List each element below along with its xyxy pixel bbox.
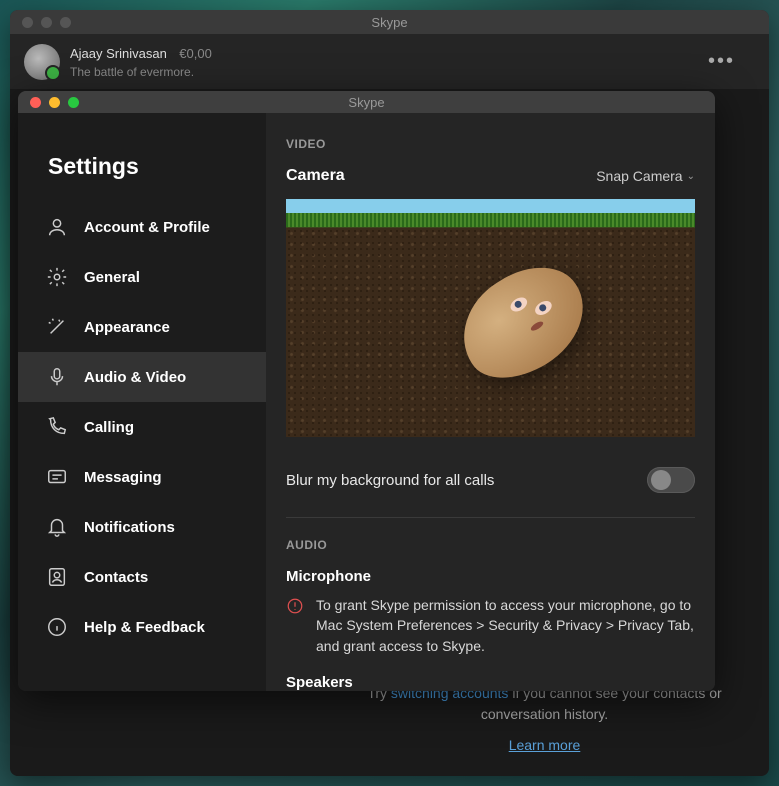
camera-value: Snap Camera bbox=[596, 168, 682, 184]
profile-balance: €0,00 bbox=[179, 46, 212, 61]
user-icon bbox=[46, 216, 68, 238]
sidebar-item-label: Audio & Video bbox=[84, 369, 186, 386]
sidebar-item-label: Contacts bbox=[84, 569, 148, 586]
settings-sidebar: Settings Account & Profile General Appea… bbox=[18, 113, 266, 691]
preview-grass bbox=[286, 213, 695, 227]
phone-icon bbox=[46, 416, 68, 438]
preview-eye bbox=[532, 298, 554, 318]
sidebar-item-label: Account & Profile bbox=[84, 219, 210, 236]
learn-more-link[interactable]: Learn more bbox=[350, 735, 739, 756]
hint-text: Try switching accounts if you cannot see… bbox=[10, 683, 739, 756]
sidebar-item-general[interactable]: General bbox=[18, 252, 266, 302]
main-title: Skype bbox=[10, 15, 769, 30]
settings-maximize-button[interactable] bbox=[68, 97, 79, 108]
warning-icon bbox=[286, 597, 304, 615]
speakers-label: Speakers bbox=[286, 674, 695, 691]
profile-status: The battle of evermore. bbox=[70, 65, 688, 79]
sidebar-item-notifications[interactable]: Notifications bbox=[18, 502, 266, 552]
sidebar-item-help[interactable]: Help & Feedback bbox=[18, 602, 266, 652]
bell-icon bbox=[46, 516, 68, 538]
sidebar-item-label: Calling bbox=[84, 419, 134, 436]
avatar[interactable] bbox=[24, 44, 60, 80]
sidebar-item-label: Help & Feedback bbox=[84, 619, 205, 636]
wand-icon bbox=[46, 316, 68, 338]
microphone-warning-text: To grant Skype permission to access your… bbox=[316, 595, 695, 656]
sidebar-item-appearance[interactable]: Appearance bbox=[18, 302, 266, 352]
settings-window: Skype Settings Account & Profile General… bbox=[18, 91, 715, 691]
settings-minimize-button[interactable] bbox=[49, 97, 60, 108]
settings-traffic-lights bbox=[30, 97, 79, 108]
maximize-button[interactable] bbox=[60, 17, 71, 28]
microphone-icon bbox=[46, 366, 68, 388]
profile-info[interactable]: Ajaay Srinivasan €0,00 The battle of eve… bbox=[70, 45, 688, 79]
video-section-label: VIDEO bbox=[286, 137, 695, 151]
settings-content: VIDEO Camera Snap Camera ⌄ Blur my backg bbox=[266, 113, 715, 691]
camera-selector[interactable]: Snap Camera ⌄ bbox=[596, 168, 695, 184]
main-titlebar: Skype bbox=[10, 10, 769, 34]
blur-label: Blur my background for all calls bbox=[286, 472, 494, 489]
main-traffic-lights bbox=[22, 17, 71, 28]
sidebar-item-label: General bbox=[84, 269, 140, 286]
info-icon bbox=[46, 616, 68, 638]
sidebar-title: Settings bbox=[18, 133, 266, 202]
message-icon bbox=[46, 466, 68, 488]
microphone-warning-row: To grant Skype permission to access your… bbox=[286, 595, 695, 656]
preview-eye bbox=[508, 294, 530, 314]
blur-toggle[interactable] bbox=[647, 467, 695, 493]
settings-titlebar: Skype bbox=[18, 91, 715, 113]
settings-body: Settings Account & Profile General Appea… bbox=[18, 113, 715, 691]
camera-label: Camera bbox=[286, 167, 345, 185]
microphone-label: Microphone bbox=[286, 568, 695, 585]
sidebar-item-label: Appearance bbox=[84, 319, 170, 336]
more-button[interactable]: ••• bbox=[698, 50, 745, 73]
sidebar-item-label: Notifications bbox=[84, 519, 175, 536]
sidebar-item-messaging[interactable]: Messaging bbox=[18, 452, 266, 502]
sidebar-item-contacts[interactable]: Contacts bbox=[18, 552, 266, 602]
contacts-icon bbox=[46, 566, 68, 588]
gear-icon bbox=[46, 266, 68, 288]
sidebar-item-label: Messaging bbox=[84, 469, 162, 486]
minimize-button[interactable] bbox=[41, 17, 52, 28]
chevron-down-icon: ⌄ bbox=[687, 171, 695, 182]
settings-title: Skype bbox=[18, 95, 715, 110]
settings-close-button[interactable] bbox=[30, 97, 41, 108]
close-button[interactable] bbox=[22, 17, 33, 28]
sidebar-item-account[interactable]: Account & Profile bbox=[18, 202, 266, 252]
blur-toggle-row: Blur my background for all calls bbox=[286, 461, 695, 518]
camera-row: Camera Snap Camera ⌄ bbox=[286, 167, 695, 185]
sidebar-item-calling[interactable]: Calling bbox=[18, 402, 266, 452]
audio-section-label: AUDIO bbox=[286, 538, 695, 552]
preview-mouth bbox=[529, 320, 544, 333]
profile-name: Ajaay Srinivasan bbox=[70, 46, 167, 61]
camera-preview bbox=[286, 199, 695, 437]
sidebar-item-audio-video[interactable]: Audio & Video bbox=[18, 352, 266, 402]
profile-row: Ajaay Srinivasan €0,00 The battle of eve… bbox=[10, 34, 769, 89]
